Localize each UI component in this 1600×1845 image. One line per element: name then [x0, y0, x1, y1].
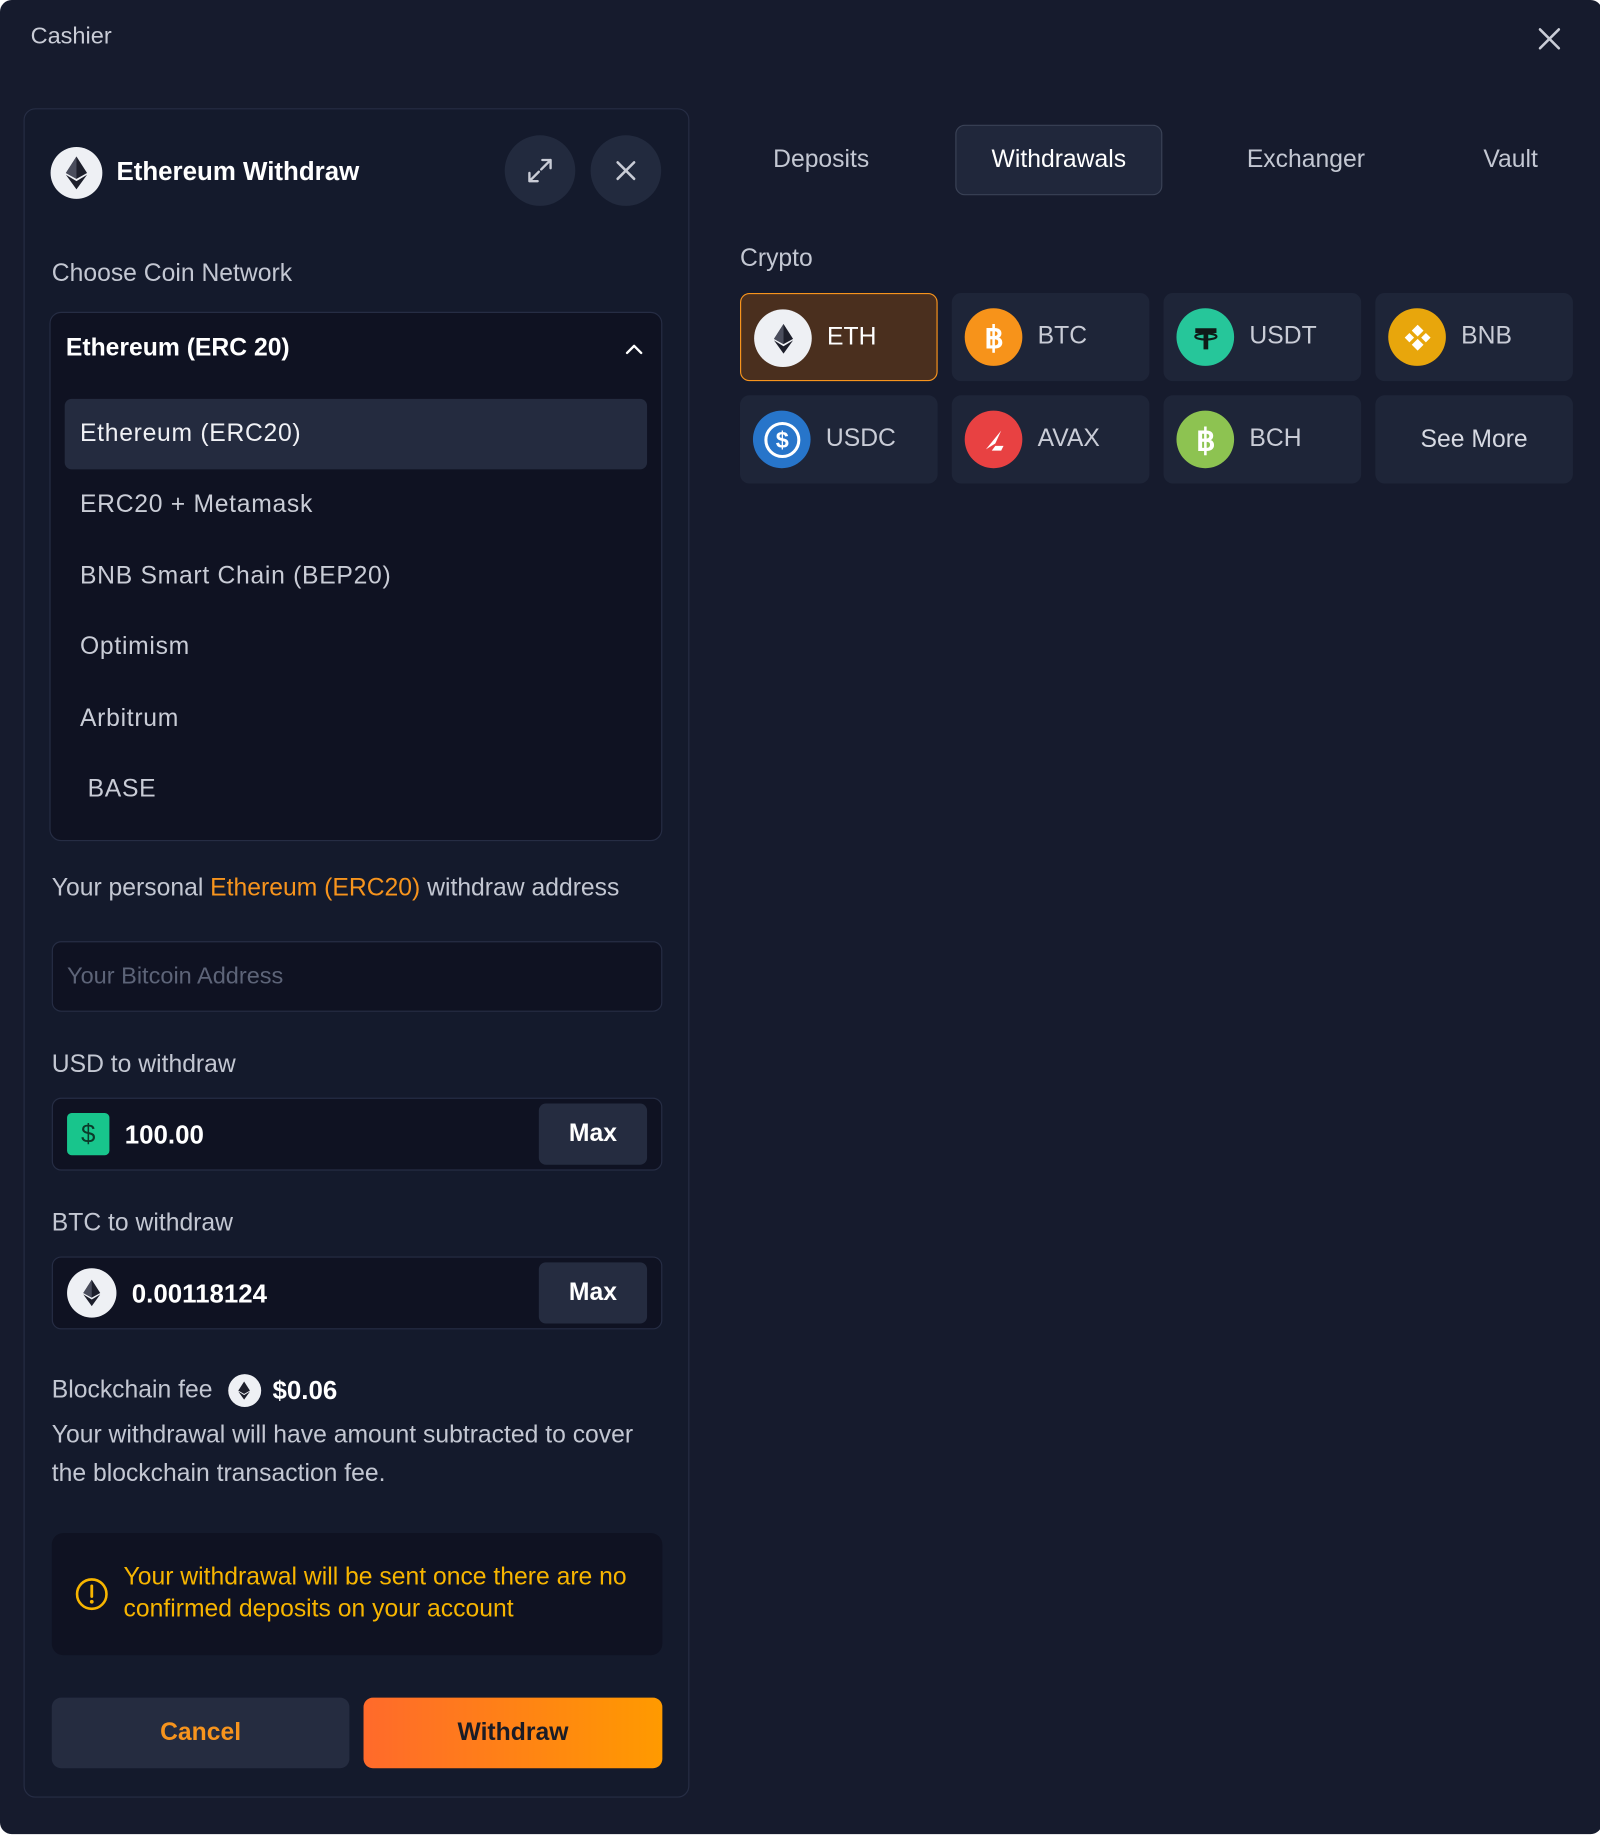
tab-vault[interactable]: Vault [1452, 125, 1570, 196]
ethereum-icon [754, 309, 812, 368]
address-label: Your personal Ethereum (ERC20) withdraw … [52, 874, 620, 902]
panel-close-button[interactable] [590, 135, 662, 206]
close-icon[interactable] [1532, 21, 1567, 56]
crypto-label: Crypto [739, 244, 813, 272]
expand-button[interactable] [504, 135, 576, 206]
fee-row: Blockchain fee $0.06 [51, 1374, 338, 1408]
ethereum-icon [227, 1374, 261, 1408]
address-input[interactable] [52, 942, 662, 1011]
cancel-button[interactable]: Cancel [51, 1697, 350, 1769]
coin-name: BTC [1037, 322, 1088, 350]
tab-withdrawals[interactable]: Withdrawals [955, 124, 1163, 196]
bitcoin-icon: ฿ [964, 308, 1023, 366]
expand-icon [528, 158, 552, 183]
coin-bch[interactable]: ฿ BCH [1163, 395, 1362, 484]
coin-amount-field: 0.00118124 Max [51, 1256, 663, 1330]
ethereum-icon [67, 1268, 117, 1318]
usdc-icon: $ [752, 410, 811, 469]
address-network-highlight: Ethereum (ERC20) [210, 874, 421, 902]
tether-icon [1176, 308, 1235, 366]
coin-name: BCH [1249, 424, 1302, 452]
coin-usdc[interactable]: $ USDC [739, 395, 938, 484]
modal-title: Cashier [30, 23, 112, 50]
network-option[interactable]: Optimism [65, 612, 647, 683]
coin-bnb[interactable]: BNB [1375, 292, 1573, 382]
network-select[interactable]: Ethereum (ERC 20) [51, 313, 662, 386]
coin-btc[interactable]: ฿ BTC [951, 292, 1150, 382]
usd-label: USD to withdraw [51, 1050, 236, 1078]
fee-label: Blockchain fee [51, 1376, 213, 1404]
coin-name: USDC [825, 424, 896, 452]
coin-amount-label: BTC to withdraw [51, 1209, 233, 1237]
fee-value: $0.06 [272, 1375, 338, 1405]
address-label-suffix: withdraw address [420, 874, 620, 902]
usd-max-button[interactable]: Max [538, 1103, 648, 1165]
network-dropdown[interactable]: Ethereum (ERC 20) Ethereum (ERC20) ERC20… [49, 311, 663, 842]
panel-title: Ethereum Withdraw [116, 156, 360, 186]
coin-name: AVAX [1037, 424, 1100, 452]
cashier-modal: Cashier Ethereum Withdraw Choose Coin Ne… [0, 0, 1600, 1835]
coin-usdt[interactable]: USDT [1163, 292, 1362, 382]
withdraw-button[interactable]: Withdraw [363, 1697, 663, 1769]
network-option[interactable]: Ethereum (ERC20) [64, 398, 648, 470]
fee-note: Your withdrawal will have amount subtrac… [51, 1421, 634, 1488]
network-label: Choose Coin Network [51, 259, 293, 288]
svg-text:$: $ [775, 427, 788, 453]
address-field [51, 941, 663, 1012]
close-icon [616, 161, 636, 181]
tab-exchanger[interactable]: Exchanger [1212, 125, 1400, 196]
see-more-button[interactable]: See More [1375, 395, 1573, 484]
avalanche-icon [964, 410, 1023, 469]
network-option[interactable]: Arbitrum [65, 684, 647, 755]
svg-text:฿: ฿ [984, 321, 1003, 355]
address-label-prefix: Your personal [51, 874, 211, 902]
withdraw-panel: Ethereum Withdraw Choose Coin Network Et… [23, 108, 690, 1798]
warning-box: Your withdrawal will be sent once there … [51, 1532, 663, 1656]
usd-amount-field: $ 100.00 Max [51, 1097, 663, 1171]
coin-name: BNB [1461, 322, 1512, 350]
tab-deposits[interactable]: Deposits [729, 125, 913, 196]
svg-text:฿: ฿ [1196, 423, 1215, 457]
usd-amount-input[interactable]: 100.00 [125, 1120, 204, 1151]
coin-eth[interactable]: ETH [739, 292, 938, 382]
warning-icon [75, 1578, 108, 1611]
network-option[interactable]: ERC20 + Metamask [65, 469, 647, 540]
ethereum-icon [50, 147, 103, 199]
bitcoin-cash-icon: ฿ [1176, 410, 1235, 469]
chevron-up-icon [625, 344, 643, 355]
warning-text: Your withdrawal will be sent once there … [123, 1563, 627, 1623]
network-selected-value: Ethereum (ERC 20) [65, 334, 290, 362]
network-option[interactable]: BASE [65, 754, 647, 825]
coin-name: USDT [1249, 322, 1317, 350]
coin-avax[interactable]: AVAX [951, 395, 1150, 484]
dollar-icon: $ [67, 1112, 110, 1156]
network-option[interactable]: BNB Smart Chain (BEP20) [65, 541, 647, 612]
coin-amount-input[interactable]: 0.00118124 [132, 1279, 267, 1310]
coin-max-button[interactable]: Max [538, 1262, 648, 1324]
coin-name: ETH [827, 323, 877, 351]
bnb-icon [1388, 308, 1446, 366]
